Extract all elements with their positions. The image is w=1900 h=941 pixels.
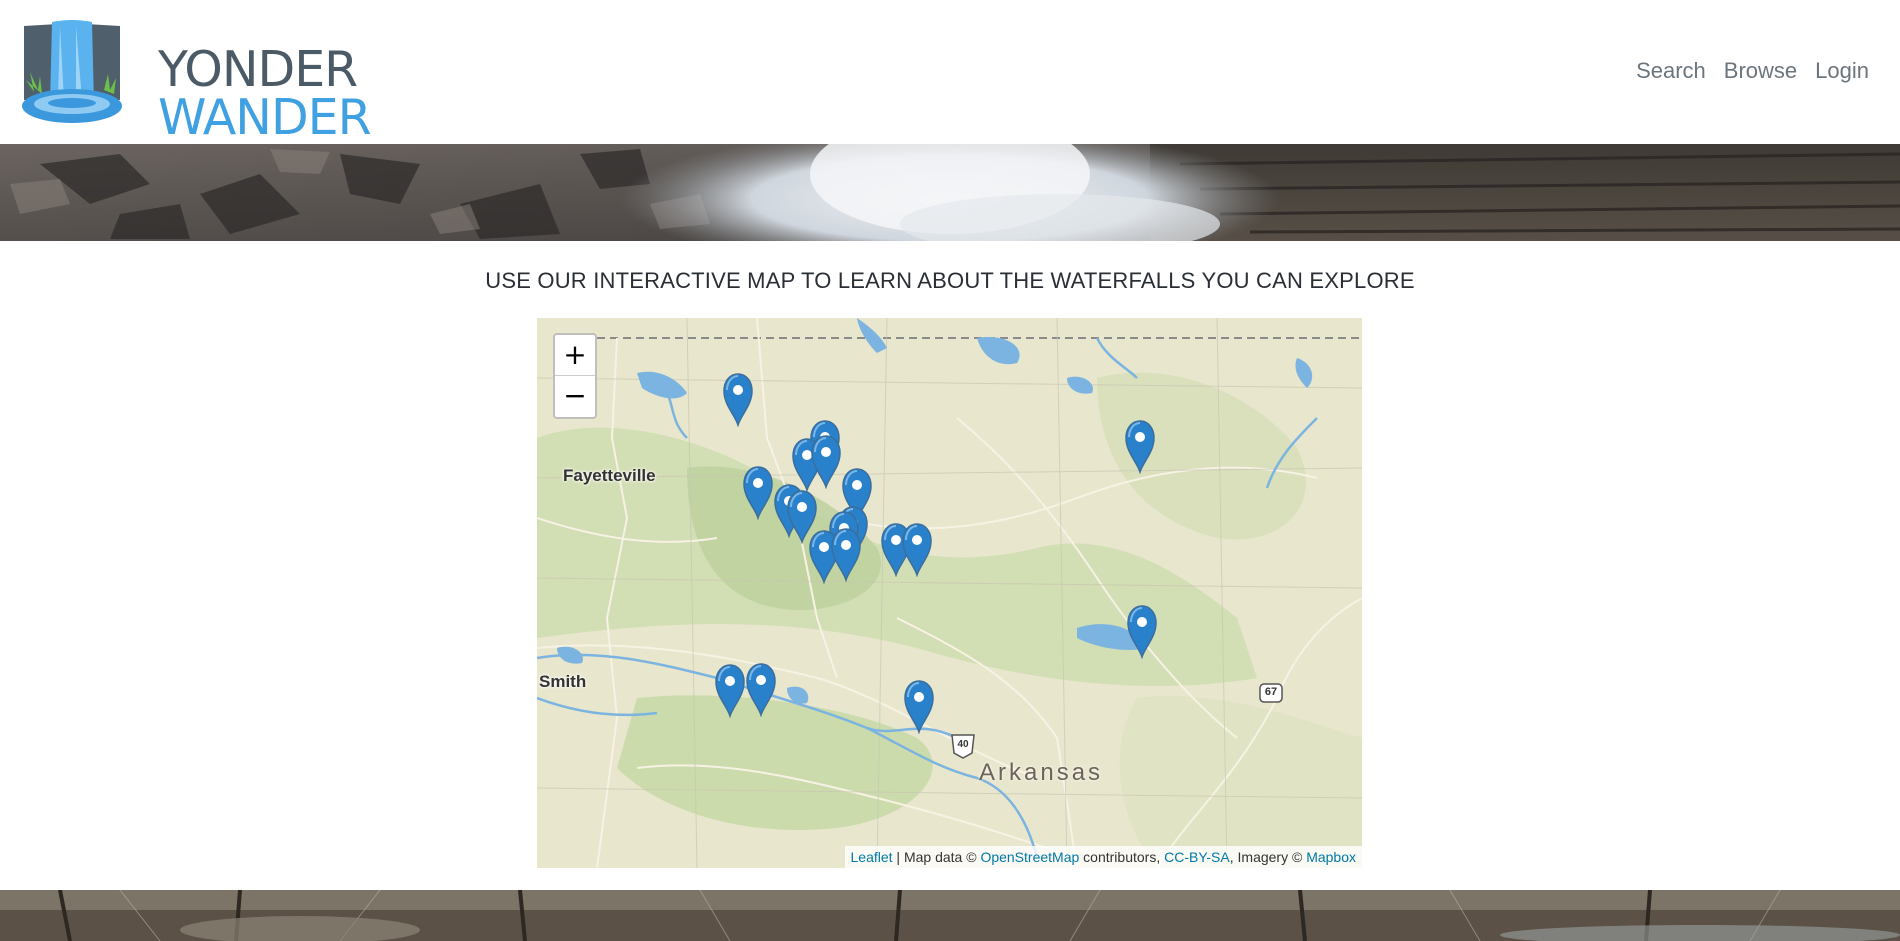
map-label-fayetteville: Fayetteville (563, 466, 656, 485)
cc-by-sa-link[interactable]: CC-BY-SA (1164, 849, 1230, 865)
waterfall-marker[interactable] (721, 371, 755, 428)
map-pin-icon (831, 528, 861, 583)
site-logo[interactable]: YONDER WANDER (20, 20, 372, 142)
zoom-in-button[interactable]: + (555, 335, 595, 376)
route-67-label: 67 (1264, 686, 1278, 698)
interstate-40-label: 40 (957, 739, 969, 750)
openstreetmap-link[interactable]: OpenStreetMap (980, 849, 1079, 865)
map-pin-icon (743, 466, 773, 521)
waterfall-marker[interactable] (1125, 603, 1159, 660)
zoom-out-button[interactable]: − (555, 376, 595, 416)
map-tiles (537, 318, 1362, 868)
forest-banner-image (0, 890, 1900, 941)
map-pin-icon (904, 680, 934, 735)
waterfall-banner-image (0, 144, 1900, 241)
nav-search-link[interactable]: Search (1627, 58, 1715, 84)
waterfall-logo-icon (22, 20, 122, 123)
map-pin-icon (723, 373, 753, 428)
waterfall-marker[interactable] (902, 678, 936, 735)
map-attribution: Leaflet | Map data © OpenStreetMap contr… (844, 846, 1362, 868)
waterfall-marker[interactable] (713, 662, 747, 719)
waterfall-map[interactable]: Fayetteville Smith Arkansas 67 40 + − Le… (537, 318, 1362, 868)
logo-line-2: WANDER (158, 89, 372, 146)
waterfall-marker[interactable] (809, 433, 843, 490)
map-pin-icon (811, 435, 841, 490)
attribution-text-3: , Imagery © (1229, 849, 1307, 865)
mapbox-link[interactable]: Mapbox (1306, 849, 1356, 865)
map-label-smith: Smith (539, 672, 587, 691)
map-pin-icon (715, 664, 745, 719)
zoom-control: + − (553, 333, 597, 419)
logo-line-1: YONDER (158, 41, 358, 98)
page-heading: USE OUR INTERACTIVE MAP TO LEARN ABOUT T… (485, 268, 1415, 293)
logo-wordmark: YONDER WANDER (158, 41, 372, 146)
map-label-arkansas: Arkansas (979, 759, 1104, 786)
waterfall-marker[interactable] (829, 526, 863, 583)
main-nav: Search Browse Login (1627, 58, 1878, 84)
leaflet-link[interactable]: Leaflet (851, 849, 893, 865)
page: YONDER WANDER Search Browse Login USE OU… (0, 0, 1900, 941)
nav-browse-link[interactable]: Browse (1715, 58, 1806, 84)
map-pin-icon (1125, 420, 1155, 475)
nav-login-link[interactable]: Login (1806, 58, 1878, 84)
map-pin-icon (1127, 605, 1157, 660)
map-pin-icon (746, 663, 776, 718)
navbar: YONDER WANDER Search Browse Login (0, 0, 1900, 144)
waterfall-marker[interactable] (1123, 418, 1157, 475)
waterfall-marker[interactable] (741, 464, 775, 521)
waterfall-marker[interactable] (744, 661, 778, 718)
attribution-text-2: contributors, (1079, 849, 1165, 865)
map-pin-icon (902, 523, 932, 578)
attribution-text-1: | Map data © (892, 849, 981, 865)
waterfall-marker[interactable] (900, 521, 934, 578)
